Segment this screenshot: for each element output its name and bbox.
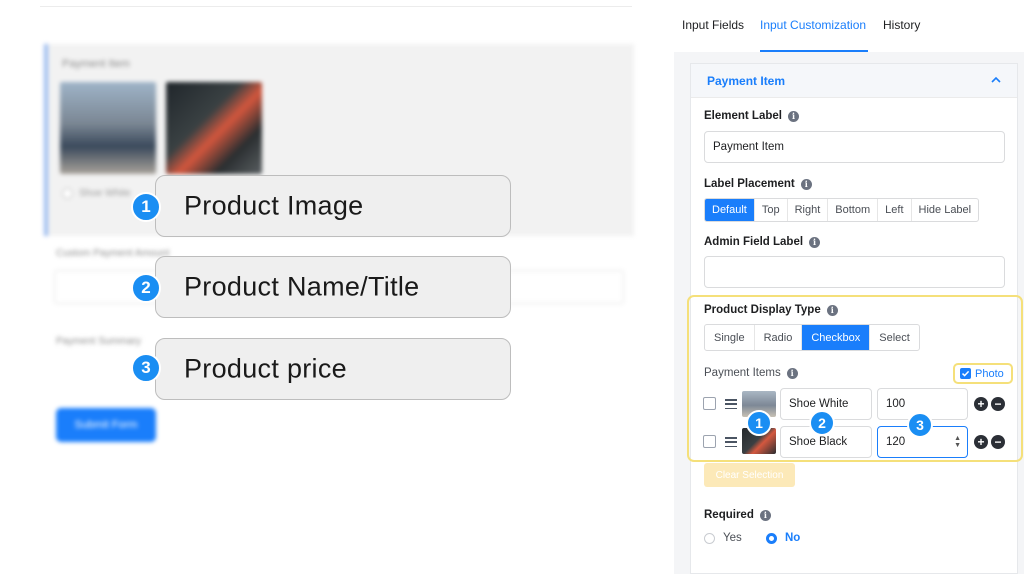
field-label: Payment Items: [704, 367, 781, 379]
row-price-value: 120: [886, 436, 906, 448]
screenshot: Payment Item Shoe White Custom Payment A…: [0, 0, 1024, 574]
callout-product-name: Product Name/Title: [155, 256, 511, 318]
callout-label: Product Name/Title: [184, 271, 420, 302]
payment-items-heading: Payment Items i: [704, 367, 798, 379]
admin-field-label-heading: Admin Field Label i: [704, 236, 821, 248]
display-select[interactable]: Select: [870, 325, 919, 350]
required-yes-label[interactable]: Yes: [723, 532, 742, 544]
divider: [40, 6, 632, 7]
element-label-input[interactable]: Payment Item: [704, 131, 1005, 163]
info-icon: i: [786, 367, 798, 379]
label-placement-selector: Default Top Right Bottom Left Hide Label: [704, 198, 980, 222]
field-label: Element Label: [704, 110, 782, 122]
chevron-up-icon[interactable]: [989, 73, 1003, 87]
callout-product-price: Product price: [155, 338, 511, 400]
required-heading: Required i: [704, 509, 771, 521]
tab-bar: Input Fields Input Customization History: [674, 0, 1024, 52]
element-label-heading: Element Label i: [704, 110, 799, 122]
callout-label: Product Image: [184, 190, 364, 221]
drag-handle-icon[interactable]: [725, 437, 737, 447]
tab-input-customization[interactable]: Input Customization: [760, 18, 866, 32]
field-label: Required: [704, 509, 754, 521]
product-image-white-shoe: [60, 82, 156, 174]
callout-badge: 3: [131, 353, 161, 383]
placement-bottom[interactable]: Bottom: [828, 199, 879, 221]
row-badge: 2: [809, 410, 835, 436]
placement-right[interactable]: Right: [788, 199, 829, 221]
required-no-label[interactable]: No: [785, 532, 800, 544]
photo-toggle[interactable]: Photo: [953, 363, 1013, 384]
info-icon: i: [826, 304, 838, 316]
checkbox-checked-icon[interactable]: [960, 368, 971, 379]
info-icon: i: [800, 178, 812, 190]
required-yes-radio[interactable]: [704, 533, 715, 544]
stepper-icon[interactable]: ▲ ▼: [954, 435, 961, 449]
photo-label: Photo: [975, 367, 1004, 380]
info-icon: i: [759, 509, 771, 521]
tab-input-fields[interactable]: Input Fields: [682, 18, 744, 32]
form-preview: Payment Item Shoe White Custom Payment A…: [0, 0, 672, 574]
card-header[interactable]: Payment Item: [691, 64, 1017, 98]
add-row-icon[interactable]: +: [974, 397, 988, 411]
field-label: Label Placement: [704, 178, 795, 190]
display-radio[interactable]: Radio: [755, 325, 803, 350]
drag-handle-icon[interactable]: [725, 399, 737, 409]
card-title: Payment Item: [707, 74, 786, 88]
payment-summary-label: Payment Summary: [56, 336, 142, 347]
preview-option[interactable]: Shoe White: [62, 188, 131, 199]
placement-left[interactable]: Left: [878, 199, 912, 221]
callout-label: Product price: [184, 353, 347, 384]
field-label: Admin Field Label: [704, 236, 804, 248]
required-no-radio[interactable]: [766, 533, 777, 544]
placement-top[interactable]: Top: [755, 199, 788, 221]
active-tab-indicator: [760, 50, 868, 52]
row-checkbox[interactable]: [703, 397, 716, 410]
callout-product-image: Product Image: [155, 175, 511, 237]
remove-row-icon[interactable]: −: [991, 435, 1005, 449]
preview-option-checkbox[interactable]: [62, 188, 73, 199]
info-icon: i: [787, 110, 799, 122]
placement-default[interactable]: Default: [705, 199, 755, 221]
product-image-black-shoe: [166, 82, 262, 174]
row-badge: 3: [907, 412, 933, 438]
callout-badge: 1: [131, 192, 161, 222]
tab-history[interactable]: History: [883, 18, 920, 32]
remove-row-icon[interactable]: −: [991, 397, 1005, 411]
product-display-type-selector: Single Radio Checkbox Select: [704, 324, 920, 351]
payment-item-preview-label: Payment Item: [62, 58, 130, 70]
display-checkbox[interactable]: Checkbox: [802, 325, 871, 350]
label-placement-heading: Label Placement i: [704, 178, 812, 190]
product-display-type-heading: Product Display Type i: [704, 304, 838, 316]
clear-selection-button[interactable]: Clear Selection: [704, 463, 795, 487]
custom-amount-label: Custom Payment Amount: [56, 248, 170, 259]
placement-hide-label[interactable]: Hide Label: [912, 199, 979, 221]
add-row-icon[interactable]: +: [974, 435, 988, 449]
field-label: Product Display Type: [704, 304, 821, 316]
admin-field-label-input[interactable]: [704, 256, 1005, 288]
row-badge: 1: [746, 410, 772, 436]
submit-button[interactable]: Submit Form: [56, 408, 156, 442]
callout-badge: 2: [131, 273, 161, 303]
row-checkbox[interactable]: [703, 435, 716, 448]
info-icon: i: [809, 236, 821, 248]
display-single[interactable]: Single: [705, 325, 755, 350]
preview-option-label: Shoe White: [79, 188, 131, 199]
